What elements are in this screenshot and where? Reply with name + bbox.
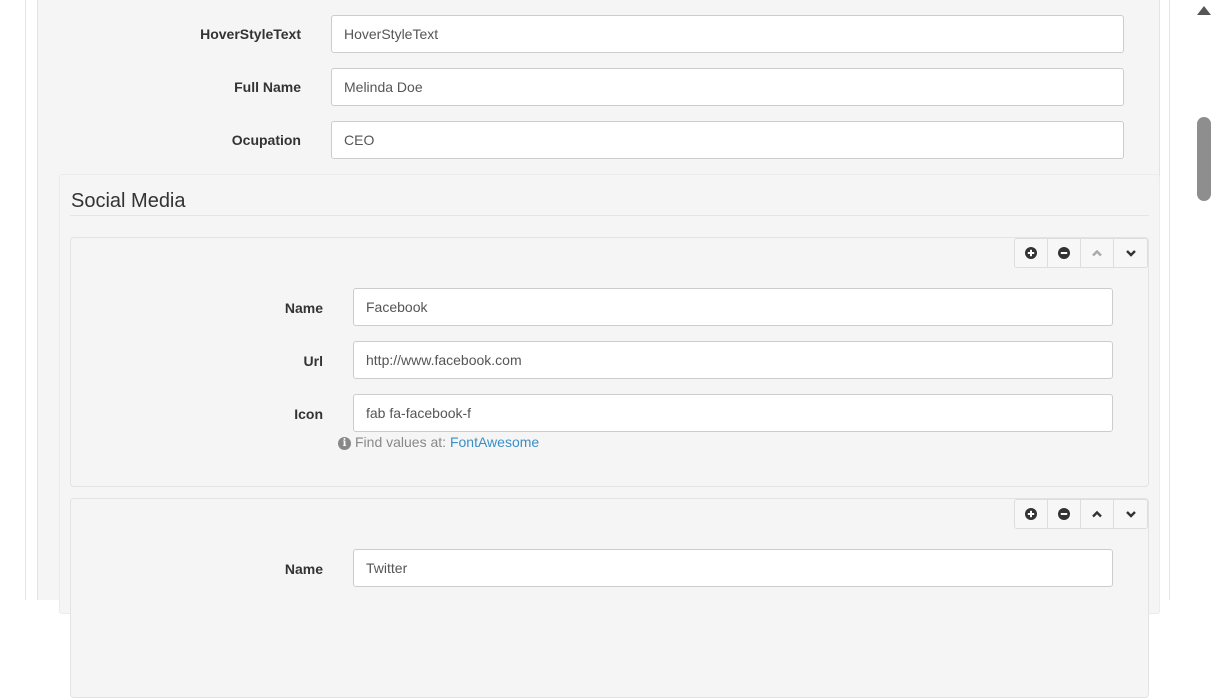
chevron-up-icon <box>1092 249 1102 257</box>
hover-style-label: HoverStyleText <box>200 26 301 42</box>
legend-divider <box>70 215 1149 216</box>
add-item-button[interactable] <box>1015 500 1048 528</box>
name-label: Name <box>284 561 323 577</box>
add-item-button[interactable] <box>1015 239 1048 267</box>
item-toolbar <box>1014 499 1148 529</box>
info-icon: i <box>338 437 351 450</box>
page-container: HoverStyleText HoverStyleText Full Name … <box>25 0 1170 698</box>
move-up-button[interactable] <box>1081 500 1114 528</box>
minus-circle-icon <box>1058 247 1070 259</box>
occupation-input[interactable]: CEO <box>331 121 1124 159</box>
minus-circle-icon <box>1058 508 1070 520</box>
social-media-item: Name Facebook Url http://www.facebook.co… <box>70 237 1149 487</box>
hover-style-input[interactable]: HoverStyleText <box>331 15 1124 53</box>
remove-item-button[interactable] <box>1048 500 1081 528</box>
occupation-label: Ocupation <box>231 132 301 148</box>
full-name-input[interactable]: Melinda Doe <box>331 68 1124 106</box>
move-up-button[interactable] <box>1081 239 1114 267</box>
full-name-label: Full Name <box>234 79 301 95</box>
name-input[interactable]: Facebook <box>353 288 1113 326</box>
fontawesome-link[interactable]: FontAwesome <box>450 434 539 450</box>
chevron-down-icon <box>1125 250 1136 257</box>
scrollbar-thumb[interactable] <box>1197 117 1211 201</box>
social-media-item: Name Twitter <box>70 498 1149 698</box>
name-label: Name <box>284 300 323 316</box>
plus-circle-icon <box>1025 247 1037 259</box>
social-media-fieldset: Social Media Name Facebook Url http://ww… <box>59 174 1160 698</box>
url-input[interactable]: http://www.facebook.com <box>353 341 1113 379</box>
help-prefix: Find values at: <box>355 434 447 450</box>
icon-help-text: i Find values at: FontAwesome <box>338 433 539 451</box>
form-panel: HoverStyleText HoverStyleText Full Name … <box>37 0 1160 698</box>
item-toolbar <box>1014 238 1148 268</box>
move-down-button[interactable] <box>1114 239 1147 267</box>
name-input[interactable]: Twitter <box>353 549 1113 587</box>
move-down-button[interactable] <box>1114 500 1147 528</box>
chevron-down-icon <box>1125 511 1136 518</box>
plus-circle-icon <box>1025 508 1037 520</box>
url-label: Url <box>303 353 323 369</box>
icon-label: Icon <box>294 406 323 422</box>
chevron-up-icon <box>1092 510 1102 518</box>
scroll-up-arrow-icon[interactable] <box>1197 6 1211 15</box>
remove-item-button[interactable] <box>1048 239 1081 267</box>
vertical-scrollbar[interactable] <box>1190 0 1218 600</box>
icon-input[interactable]: fab fa-facebook-f <box>353 394 1113 432</box>
social-media-title: Social Media <box>71 190 186 212</box>
